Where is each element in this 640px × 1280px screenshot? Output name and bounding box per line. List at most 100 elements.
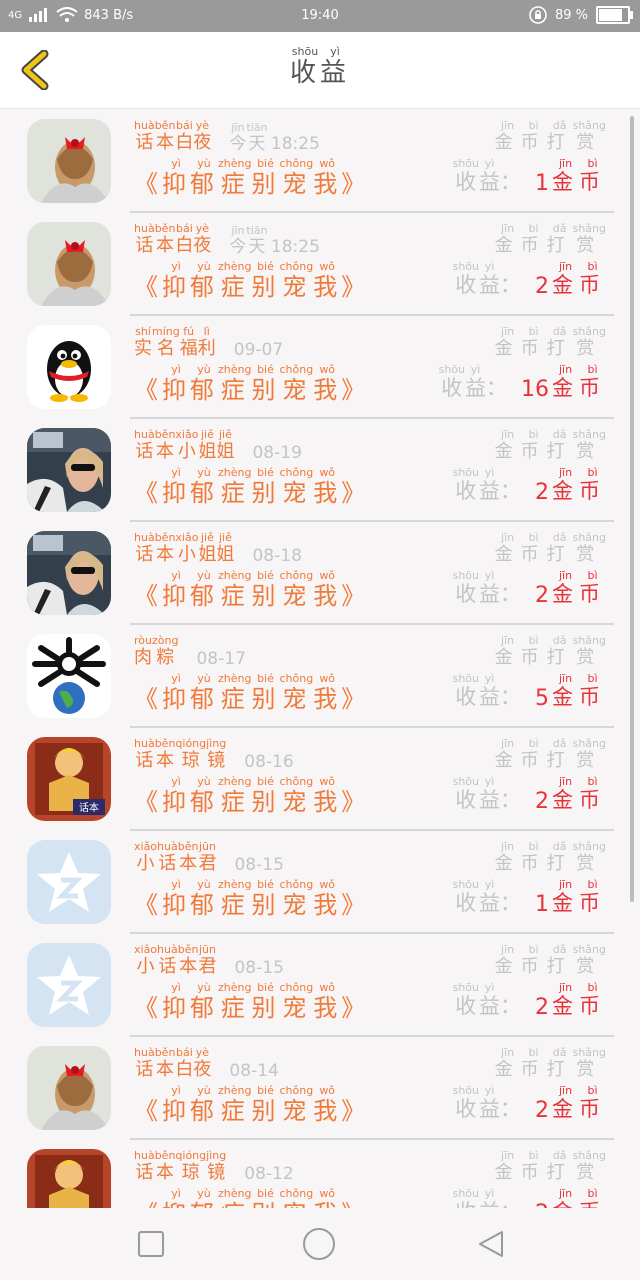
book-title[interactable]: 《抑yì郁yù症zhèng别bié宠chǒng我wǒ》 xyxy=(134,775,369,817)
timestamp: 今jīn天tiān 18:25 xyxy=(229,224,320,257)
sender-name: 话huà本běn小xiǎo姐jiě姐jiě xyxy=(134,531,235,565)
page-title: 收shōu益yì xyxy=(289,45,351,88)
timestamp: 08-18 xyxy=(252,546,302,566)
income-value: 收shōu益yì： 2金jīn币bì xyxy=(452,1084,606,1123)
sender-line: 话huà本běn小xiǎo姐jiě姐jiě 08-18 xyxy=(134,531,302,566)
sender-line: 话huà本běn琼qióng镜jìng 08-16 xyxy=(134,737,294,772)
book-title[interactable]: 《抑yì郁yù症zhèng别bié宠chǒng我wǒ》 xyxy=(134,1084,369,1126)
list-item[interactable]: 肉ròu粽zòng 08-17 《抑yì郁yù症zhèng别bié宠chǒng我wǒ… xyxy=(0,625,640,728)
book-title[interactable]: 《抑yì郁yù症zhèng别bié宠chǒng我wǒ》 xyxy=(134,1187,369,1208)
book-title[interactable]: 《抑yì郁yù症zhèng别bié宠chǒng我wǒ》 xyxy=(134,260,369,302)
avatar[interactable] xyxy=(27,428,111,512)
income-label: 收shōu益yì： xyxy=(452,878,521,915)
reward-label: 金jīn币bì打dǎ赏shǎng xyxy=(494,1046,606,1080)
coin-unit: 金jīn币bì xyxy=(552,672,606,709)
avatar[interactable]: 话本 xyxy=(27,1149,111,1208)
coin-unit: 金jīn币bì xyxy=(552,569,606,606)
coin-unit: 金jīn币bì xyxy=(552,363,606,400)
avatar[interactable] xyxy=(27,1046,111,1130)
sender-name: 小xiǎo话huà本běn君jūn xyxy=(134,840,217,874)
book-title[interactable]: 《抑yì郁yù症zhèng别bié宠chǒng我wǒ》 xyxy=(134,363,369,405)
income-label: 收shōu益yì： xyxy=(452,1084,521,1121)
book-title[interactable]: 《抑yì郁yù症zhèng别bié宠chǒng我wǒ》 xyxy=(134,878,369,920)
book-title[interactable]: 《抑yì郁yù症zhèng别bié宠chǒng我wǒ》 xyxy=(134,466,369,508)
sender-name: 话huà本běn白bái夜yè xyxy=(134,119,212,153)
sender-line: 话huà本běn白bái夜yè 今jīn天tiān 18:25 xyxy=(134,222,320,257)
avatar[interactable] xyxy=(27,222,111,306)
income-label: 收shōu益yì： xyxy=(452,1187,521,1208)
list-item[interactable]: 话huà本běn小xiǎo姐jiě姐jiě 08-18 《抑yì郁yù症zhèng别… xyxy=(0,522,640,625)
sender-name: 话huà本běn琼qióng镜jìng xyxy=(134,737,227,771)
income-amount: 1 xyxy=(535,892,549,917)
book-title[interactable]: 《抑yì郁yù症zhèng别bié宠chǒng我wǒ》 xyxy=(134,569,369,611)
avatar[interactable] xyxy=(27,531,111,615)
timestamp: 08-15 xyxy=(234,958,284,978)
list-item[interactable]: 话本话huà本běn琼qióng镜jìng 08-12 《抑yì郁yù症zhèng别… xyxy=(0,1140,640,1208)
list-item[interactable]: 实shí名míng福fú利lì 09-07 《抑yì郁yù症zhèng别bié宠ch… xyxy=(0,316,640,419)
avatar[interactable] xyxy=(27,325,111,409)
list-item[interactable]: 话huà本běn白bái夜yè 今jīn天tiān 18:25 《抑yì郁yù症zh… xyxy=(0,110,640,213)
list-item[interactable]: 话huà本běn小xiǎo姐jiě姐jiě 08-19 《抑yì郁yù症zhèng别… xyxy=(0,419,640,522)
avatar[interactable]: 话本 xyxy=(27,737,111,821)
income-label: 收shōu益yì： xyxy=(438,363,507,400)
income-label: 收shōu益yì： xyxy=(452,981,521,1018)
timestamp: 08-15 xyxy=(234,855,284,875)
income-amount: 1 xyxy=(535,171,549,196)
income-label: 收shōu益yì： xyxy=(452,157,521,194)
income-label: 收shōu益yì： xyxy=(452,260,521,297)
coin-unit: 金jīn币bì xyxy=(552,466,606,503)
scrollbar[interactable] xyxy=(630,116,634,902)
book-title[interactable]: 《抑yì郁yù症zhèng别bié宠chǒng我wǒ》 xyxy=(134,981,369,1023)
list-item[interactable]: 小xiǎo话huà本běn君jūn 08-15 《抑yì郁yù症zhèng别bié宠… xyxy=(0,934,640,1037)
income-list: 话huà本běn白bái夜yè 今jīn天tiān 18:25 《抑yì郁yù症zh… xyxy=(0,110,640,1208)
back-nav-icon xyxy=(479,1231,503,1257)
coin-unit: 金jīn币bì xyxy=(552,1084,606,1121)
income-amount: 5 xyxy=(535,686,549,711)
income-value: 收shōu益yì： 2金jīn币bì xyxy=(452,466,606,505)
list-item[interactable]: 话huà本běn白bái夜yè 今jīn天tiān 18:25 《抑yì郁yù症zh… xyxy=(0,213,640,316)
sender-line: 话huà本běn琼qióng镜jìng 08-12 xyxy=(134,1149,294,1184)
income-value: 收shōu益yì： 2金jīn币bì xyxy=(452,775,606,814)
sender-line: 实shí名míng福fú利lì 09-07 xyxy=(134,325,284,360)
list-item[interactable]: 小xiǎo话huà本běn君jūn 08-15 《抑yì郁yù症zhèng别bié宠… xyxy=(0,831,640,934)
coin-unit: 金jīn币bì xyxy=(552,260,606,297)
book-title[interactable]: 《抑yì郁yù症zhèng别bié宠chǒng我wǒ》 xyxy=(134,672,369,714)
timestamp: 今jīn天tiān 18:25 xyxy=(229,121,320,154)
timestamp: 08-16 xyxy=(244,752,294,772)
timestamp: 08-12 xyxy=(244,1164,294,1184)
avatar[interactable] xyxy=(27,634,111,718)
coin-unit: 金jīn币bì xyxy=(552,981,606,1018)
recent-apps-icon xyxy=(138,1231,164,1257)
recent-apps-button[interactable] xyxy=(136,1229,166,1259)
avatar[interactable] xyxy=(27,943,111,1027)
back-nav-button[interactable] xyxy=(476,1229,506,1259)
sender-name: 话huà本běn白bái夜yè xyxy=(134,1046,212,1080)
income-value: 收shōu益yì： 2金jīn币bì xyxy=(453,569,606,608)
income-value: 收shōu益yì： 2金jīn币bì xyxy=(452,1187,606,1208)
sender-line: 肉ròu粽zòng 08-17 xyxy=(134,634,246,669)
income-label: 收shōu益yì： xyxy=(452,672,521,709)
svg-text:话本: 话本 xyxy=(79,801,99,814)
income-label: 收shōu益yì： xyxy=(452,775,521,812)
avatar[interactable] xyxy=(27,840,111,924)
sender-name: 话huà本běn小xiǎo姐jiě姐jiě xyxy=(134,428,235,462)
list-item[interactable]: 话本 话huà本běn琼qióng镜jìng 08-16 《抑yì郁yù症zhèng别… xyxy=(0,728,640,831)
sender-line: 话huà本běn小xiǎo姐jiě姐jiě 08-19 xyxy=(134,428,302,463)
list-item[interactable]: 话huà本běn白bái夜yè 08-14 《抑yì郁yù症zhèng别bié宠ch… xyxy=(0,1037,640,1140)
sender-line: 话huà本běn白bái夜yè 08-14 xyxy=(134,1046,279,1081)
battery-icon xyxy=(596,6,633,24)
reward-label: 金jīn币bì打dǎ赏shǎng xyxy=(494,222,606,256)
reward-label: 金jīn币bì打dǎ赏shǎng xyxy=(494,1149,606,1183)
avatar[interactable] xyxy=(27,119,111,203)
coin-unit: 金jīn币bì xyxy=(552,157,606,194)
income-value: 收shōu益yì： 2金jīn币bì xyxy=(452,981,606,1020)
book-title[interactable]: 《抑yì郁yù症zhèng别bié宠chǒng我wǒ》 xyxy=(134,157,369,199)
sender-name: 小xiǎo话huà本běn君jūn xyxy=(134,943,217,977)
timestamp: 08-17 xyxy=(196,649,246,669)
sender-line: 小xiǎo话huà本běn君jūn 08-15 xyxy=(134,943,284,978)
reward-label: 金jīn币bì打dǎ赏shǎng xyxy=(494,325,606,359)
coin-unit: 金jīn币bì xyxy=(552,1187,606,1208)
timestamp: 09-07 xyxy=(233,340,284,360)
home-button[interactable] xyxy=(302,1227,336,1261)
income-label: 收shōu益yì： xyxy=(452,466,521,503)
